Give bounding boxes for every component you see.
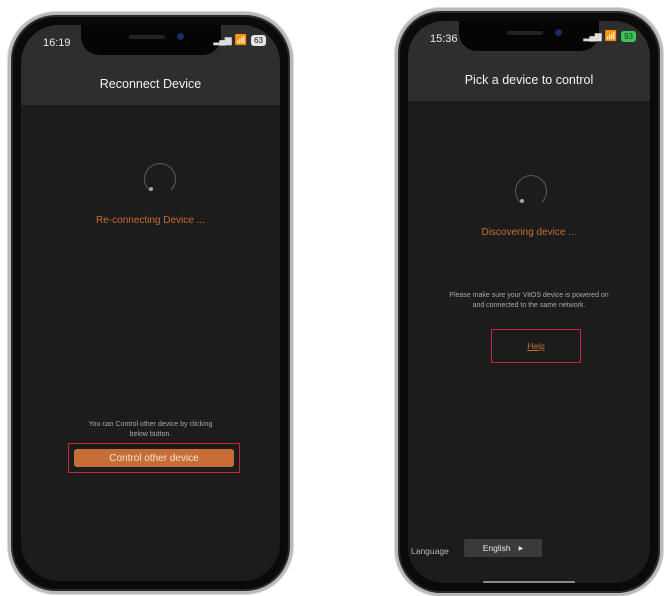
battery-icon: 93 (621, 31, 636, 42)
control-other-info: You can Control other device by clicking… (21, 420, 280, 440)
page-title: Reconnect Device (99, 77, 202, 91)
language-select[interactable]: English ▶ (464, 539, 542, 557)
info-line-1: Please make sure your VitOS device is po… (449, 292, 609, 299)
language-label: Language (411, 546, 449, 556)
info-line-1: You can Control other device by clicking (88, 421, 213, 428)
language-value: English (482, 543, 511, 553)
phone-notch (459, 21, 599, 51)
help-link[interactable]: Help (492, 341, 580, 351)
front-camera (176, 33, 184, 40)
right-phone-frame: 15:36 ▂▄▆ 📶 93 Pick a device to control … (395, 8, 663, 596)
status-time: 15:36 (430, 33, 458, 45)
left-phone-frame: 16:19 ▂▄▆ 📶 63 Reconnect Device Re-conne… (8, 12, 293, 594)
phone-notch (80, 25, 221, 55)
right-header-bar: 15:36 ▂▄▆ 📶 93 Pick a device to control (408, 21, 650, 101)
speaker-grille (128, 35, 165, 39)
control-other-device-button[interactable]: Control other device (74, 449, 234, 467)
left-header-bar: 16:19 ▂▄▆ 📶 63 Reconnect Device (21, 25, 280, 105)
home-indicator[interactable] (483, 581, 575, 583)
status-icons: ▂▄▆ 📶 93 (583, 31, 636, 42)
wifi-icon: 📶 (234, 35, 248, 46)
status-time: 16:19 (43, 37, 71, 49)
status-icons: ▂▄▆ 📶 63 (213, 35, 266, 46)
control-button-highlight: Control other device (68, 443, 240, 473)
left-phone-screen: 16:19 ▂▄▆ 📶 63 Reconnect Device Re-conne… (21, 25, 280, 581)
signal-bars-icon: ▂▄▆ (583, 31, 601, 41)
front-camera (555, 29, 562, 36)
discovery-status-text: Discovering device ... (481, 227, 577, 238)
info-line-2: below button. (129, 431, 172, 438)
triangle-right-icon: ▶ (518, 545, 524, 552)
signal-bars-icon: ▂▄▆ (213, 35, 231, 45)
info-line-2: and connected to the same network. (472, 302, 586, 309)
battery-icon: 63 (251, 35, 266, 46)
help-link-highlight: Help (491, 329, 581, 363)
network-info: Please make sure your VitOS device is po… (408, 291, 650, 311)
reconnect-status-text: Re-connecting Device ... (96, 215, 205, 226)
wifi-icon: 📶 (604, 31, 618, 42)
page-title: Pick a device to control (464, 73, 594, 87)
loading-spinner-icon (515, 175, 547, 207)
right-phone-screen: 15:36 ▂▄▆ 📶 93 Pick a device to control … (408, 21, 650, 583)
loading-spinner-icon (144, 163, 176, 195)
speaker-grille (507, 31, 543, 35)
